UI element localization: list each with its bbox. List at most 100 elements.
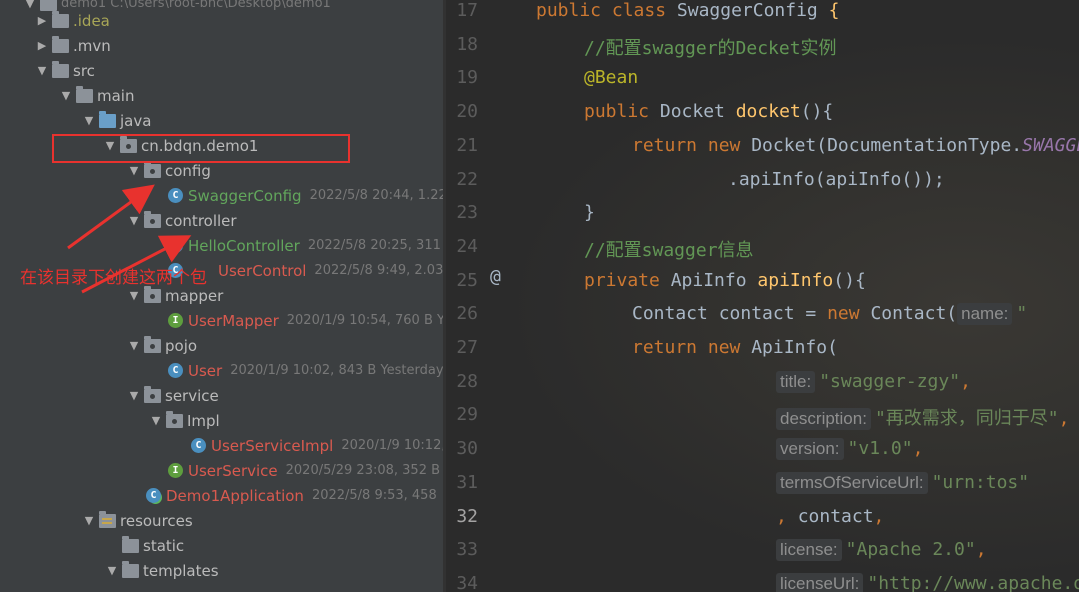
code-line[interactable]: return new ApiInfo( <box>632 337 838 358</box>
chevron-down-icon[interactable]: ▼ <box>126 339 142 352</box>
code-line[interactable]: license: "Apache 2.0", <box>776 539 987 562</box>
chevron-down-icon[interactable]: ▼ <box>81 114 97 127</box>
code-line[interactable]: Contact contact = new Contact(name: " <box>632 303 1027 326</box>
chevron-down-icon[interactable]: ▼ <box>126 389 142 402</box>
folder-icon <box>76 85 93 103</box>
tree-row-mvn[interactable]: ▶ .mvn <box>0 33 443 58</box>
chevron-down-icon[interactable]: ▼ <box>81 514 97 527</box>
line-number: 27 <box>456 337 478 358</box>
tree-item-label: .mvn <box>73 36 111 55</box>
chevron-down-icon[interactable]: ▼ <box>126 164 142 177</box>
parameter-hint: license: <box>776 539 842 562</box>
package-icon <box>166 410 183 428</box>
code-line[interactable]: description: "再改需求，同归于尽", <box>776 404 1070 431</box>
code-line[interactable]: @Bean <box>584 67 638 88</box>
code-line[interactable]: } <box>584 202 595 223</box>
tree-row-static[interactable]: ▶ static <box>0 533 443 558</box>
code-line[interactable]: title: "swagger-zgy", <box>776 370 971 393</box>
tree-row-resources[interactable]: ▼ resources <box>0 508 443 533</box>
line-number: 19 <box>456 67 478 89</box>
tree-item-label: templates <box>143 561 219 580</box>
code-line[interactable]: //配置swagger信息 <box>584 236 754 262</box>
tree-row-demo1application[interactable]: ▶ C Demo1Application 2022/5/8 9:53, 458 <box>0 483 443 508</box>
code-token: "再改需求，同归于尽" <box>874 408 1059 430</box>
code-line[interactable]: , contact, <box>776 506 884 527</box>
code-line[interactable]: //配置swagger的Decket实例 <box>584 34 837 60</box>
interface-icon: I <box>168 313 183 328</box>
tree-row-src[interactable]: ▼ src <box>0 58 443 83</box>
code-line[interactable]: private ApiInfo apiInfo(){ <box>584 270 866 291</box>
code-token: (){ <box>833 269 866 291</box>
parameter-hint: licenseUrl: <box>776 572 864 592</box>
tree-row-package-impl[interactable]: ▼ Impl <box>0 408 443 433</box>
tree-row-userserviceimpl[interactable]: ▶ C UserServiceImpl 2020/1/9 10:12, <box>0 433 443 458</box>
line-number: 30 <box>456 438 478 460</box>
code-line[interactable]: return new Docket(DocumentationType.SWAG… <box>632 135 1079 156</box>
code-token: Contact( <box>870 303 958 325</box>
class-icon: C <box>168 238 183 253</box>
file-meta: 2020/5/29 23:08, 352 B <box>285 463 441 478</box>
project-tree-panel[interactable]: ▼ demo1 C:\Users\root-bnc\Desktop\demo1 … <box>0 0 443 592</box>
code-token: private <box>584 269 671 291</box>
tree-item-label: static <box>143 536 185 555</box>
code-token: contact <box>797 505 874 527</box>
tree-row-package-pojo[interactable]: ▼ pojo <box>0 333 443 358</box>
code-token: Docket(DocumentationType. <box>751 134 1023 156</box>
line-number: 24 <box>456 235 478 257</box>
tree-row-templates[interactable]: ▼ templates <box>0 558 443 583</box>
chevron-down-icon[interactable]: ▼ <box>126 289 142 302</box>
code-token: "v1.0" <box>847 438 913 460</box>
chevron-right-icon[interactable]: ▶ <box>34 14 50 27</box>
tree-item-label: UserControl <box>218 261 307 280</box>
parameter-hint: title: <box>776 370 816 393</box>
tree-row-swaggerconfig[interactable]: ▶ C SwaggerConfig 2022/5/8 20:44, 1.22 <box>0 183 443 208</box>
code-token: Docket <box>659 101 736 123</box>
code-line[interactable]: public Docket docket(){ <box>584 101 833 122</box>
tree-row-usermapper[interactable]: ▶ I UserMapper 2020/1/9 10:54, 760 B Y <box>0 308 443 333</box>
tree-row-idea[interactable]: ▶ .idea <box>0 8 443 33</box>
tree-row-userservice[interactable]: ▶ I UserService 2020/5/29 23:08, 352 B <box>0 458 443 483</box>
code-line[interactable]: version: "v1.0", <box>776 438 923 461</box>
code-editor[interactable]: 17 18 19 20 21 22 23 24 25 26 27 28 29 30 31 32 33 34 @ p… <box>446 0 1079 592</box>
code-token: public class <box>536 0 677 21</box>
package-icon <box>144 210 161 228</box>
file-meta: 2020/1/9 10:12, <box>341 438 443 453</box>
line-number: 26 <box>456 303 478 325</box>
code-token: ApiInfo( <box>751 337 838 358</box>
line-number: 32 <box>456 505 478 527</box>
code-token: public <box>584 101 660 123</box>
code-token: , <box>1058 408 1070 430</box>
source-folder-icon <box>99 110 116 128</box>
code-token: , <box>960 370 971 392</box>
line-number: 18 <box>456 33 478 55</box>
tree-row-main[interactable]: ▼ main <box>0 83 443 108</box>
tree-row-java[interactable]: ▼ java <box>0 108 443 133</box>
chevron-down-icon[interactable]: ▼ <box>104 564 120 577</box>
folder-icon <box>52 10 69 28</box>
code-token: ApiInfo <box>670 269 758 291</box>
code-token: "urn:tos" <box>931 471 1030 493</box>
line-number: 28 <box>456 370 478 392</box>
tree-row-user[interactable]: ▶ C User 2020/1/9 10:02, 843 B Yesterday <box>0 358 443 383</box>
code-line[interactable]: termsOfServiceUrl: "urn:tos" <box>776 471 1030 494</box>
code-line[interactable]: licenseUrl:"http://www.apache.org <box>776 572 1079 592</box>
line-number: 33 <box>456 539 478 561</box>
tree-item-label: controller <box>165 211 237 230</box>
chevron-down-icon[interactable]: ▼ <box>58 89 74 102</box>
tree-row-hellocontroller[interactable]: ▶ C HelloController 2022/5/8 20:25, 311 <box>0 233 443 258</box>
code-token: , <box>873 505 885 527</box>
code-line[interactable]: .apiInfo(apiInfo()); <box>728 169 945 190</box>
tree-row-package-controller[interactable]: ▼ controller <box>0 208 443 233</box>
chevron-down-icon[interactable]: ▼ <box>148 414 164 427</box>
code-token: //配置swagger信息 <box>584 239 754 261</box>
code-token: "swagger-zgy" <box>819 370 961 392</box>
folder-icon <box>52 60 69 78</box>
code-line[interactable]: public class SwaggerConfig { <box>536 0 839 21</box>
chevron-right-icon[interactable]: ▶ <box>34 39 50 52</box>
chevron-down-icon[interactable]: ▼ <box>34 64 50 77</box>
tree-row-package-service[interactable]: ▼ service <box>0 383 443 408</box>
chevron-down-icon[interactable]: ▼ <box>126 214 142 227</box>
line-number: 20 <box>456 101 478 123</box>
tree-item-label: .idea <box>73 11 110 30</box>
package-icon <box>144 335 161 353</box>
